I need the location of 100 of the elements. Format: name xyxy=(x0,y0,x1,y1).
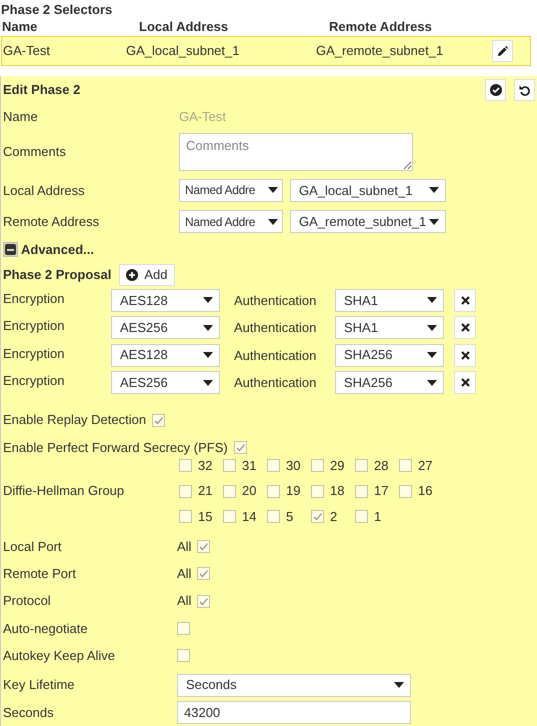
authentication-select[interactable]: SHA1 xyxy=(335,316,444,340)
caret-icon xyxy=(429,187,439,194)
checkbox[interactable] xyxy=(197,594,210,608)
checkbox-label: 27 xyxy=(418,456,432,475)
checkbox[interactable] xyxy=(399,459,412,472)
checkbox-label: 15 xyxy=(198,508,212,526)
field-label: Encryption xyxy=(3,290,66,308)
remove-button[interactable] xyxy=(454,316,476,340)
field-label: Encryption xyxy=(3,372,66,390)
undo-icon xyxy=(518,84,530,96)
checkbox[interactable] xyxy=(223,510,236,524)
caret-icon xyxy=(427,297,437,304)
comments-field[interactable]: Comments xyxy=(179,133,413,172)
checkbox[interactable] xyxy=(355,459,368,472)
checkbox[interactable] xyxy=(177,622,190,635)
encryption-select[interactable]: AES256 xyxy=(111,316,220,340)
seconds-field[interactable]: 43200 xyxy=(177,700,411,724)
checkbox[interactable] xyxy=(355,484,368,498)
caret-icon xyxy=(268,218,278,225)
checkbox[interactable] xyxy=(179,459,192,472)
checkbox[interactable] xyxy=(177,649,190,662)
checkbox-label: 29 xyxy=(330,456,344,475)
confirm-button[interactable] xyxy=(485,78,506,101)
checkbox[interactable] xyxy=(267,459,280,472)
field-label: Remote Address xyxy=(3,212,100,231)
section-title: Edit Phase 2 xyxy=(3,80,80,99)
checkbox[interactable] xyxy=(311,510,324,524)
add-button[interactable]: Add xyxy=(119,264,175,286)
checkbox[interactable] xyxy=(399,484,412,498)
remove-button[interactable] xyxy=(454,371,476,394)
checkbox[interactable] xyxy=(267,484,280,498)
caret-icon xyxy=(268,187,278,194)
checkbox[interactable] xyxy=(311,459,324,472)
lifetime-select[interactable]: Seconds xyxy=(177,674,411,697)
close-icon xyxy=(460,296,470,305)
authentication-select[interactable]: SHA256 xyxy=(335,371,444,394)
caret-icon xyxy=(203,297,213,304)
checkbox[interactable] xyxy=(234,440,247,454)
caret-icon xyxy=(429,218,440,225)
edit-button[interactable] xyxy=(492,40,513,62)
undo-button[interactable] xyxy=(514,78,535,101)
checkbox[interactable] xyxy=(267,510,280,524)
authentication-select[interactable]: SHA1 xyxy=(335,288,444,312)
checkbox[interactable] xyxy=(223,459,236,472)
field-label: Key Lifetime xyxy=(3,676,76,694)
address-select[interactable]: GA_local_subnet_1 xyxy=(290,178,446,202)
checkbox[interactable] xyxy=(311,484,324,498)
close-icon xyxy=(460,378,470,387)
checkbox[interactable] xyxy=(355,510,368,524)
field-label: Protocol xyxy=(3,592,52,610)
address-type-select[interactable]: Named Addre xyxy=(179,178,283,202)
field-label: Encryption xyxy=(3,344,66,363)
authentication-select[interactable]: SHA256 xyxy=(335,344,444,367)
advanced-label[interactable]: Advanced... xyxy=(21,240,94,260)
checkbox-label: 14 xyxy=(242,508,256,526)
field-label: Authentication xyxy=(233,374,318,392)
encryption-select[interactable]: AES256 xyxy=(111,371,220,394)
field-label: Local Port xyxy=(3,538,63,556)
encryption-select[interactable]: AES128 xyxy=(111,288,220,312)
checkbox[interactable] xyxy=(179,510,192,524)
remove-button[interactable] xyxy=(454,344,476,367)
caret-icon xyxy=(203,324,213,331)
field-label: Authentication xyxy=(233,292,318,310)
address-type-select[interactable]: Named Addre xyxy=(179,210,283,234)
field-label: Encryption xyxy=(3,317,66,336)
section-title: Phase 2 Selectors xyxy=(1,1,114,18)
encryption-select[interactable]: AES128 xyxy=(111,344,220,367)
collapse-button[interactable] xyxy=(3,242,18,258)
checkbox-label: 1 xyxy=(374,508,382,526)
section-title: Phase 2 Proposal xyxy=(3,266,112,284)
checkbox-label: 30 xyxy=(286,456,300,475)
table-cell-text: GA-Test xyxy=(2,42,51,60)
caret-icon xyxy=(203,380,213,386)
checkbox[interactable] xyxy=(197,540,210,553)
field-label: Comments xyxy=(3,143,67,162)
checkbox-label: 28 xyxy=(374,456,388,475)
checkbox-label: 21 xyxy=(198,482,212,500)
address-select[interactable]: GA_remote_subnet_1 xyxy=(290,210,446,234)
caret-icon xyxy=(394,682,404,688)
caret-icon xyxy=(427,324,437,331)
option-label: All xyxy=(177,564,192,583)
remove-button[interactable] xyxy=(454,288,476,312)
checkbox[interactable] xyxy=(152,414,166,427)
checkbox[interactable] xyxy=(197,567,210,580)
plus-circle-icon xyxy=(126,269,138,282)
field-label: Autokey Keep Alive xyxy=(3,646,116,665)
checkbox-label: 5 xyxy=(286,508,294,526)
field-label: Enable Perfect Forward Secrecy (PFS) xyxy=(3,438,228,457)
selector-row[interactable]: GA-Test GA_local_subnet_1 GA_remote_subnet_1 xyxy=(1,36,531,66)
column-header: Name xyxy=(1,18,38,36)
checkbox-label: 17 xyxy=(374,482,388,500)
column-header: Local Address xyxy=(139,18,230,36)
checkbox[interactable] xyxy=(223,484,236,498)
checkbox[interactable] xyxy=(179,484,192,498)
caret-icon xyxy=(427,352,437,358)
close-icon xyxy=(460,350,470,360)
caret-icon xyxy=(427,380,437,386)
field-label: Name xyxy=(3,108,39,126)
pencil-icon xyxy=(497,46,508,56)
field-label: Auto-negotiate xyxy=(3,620,89,638)
